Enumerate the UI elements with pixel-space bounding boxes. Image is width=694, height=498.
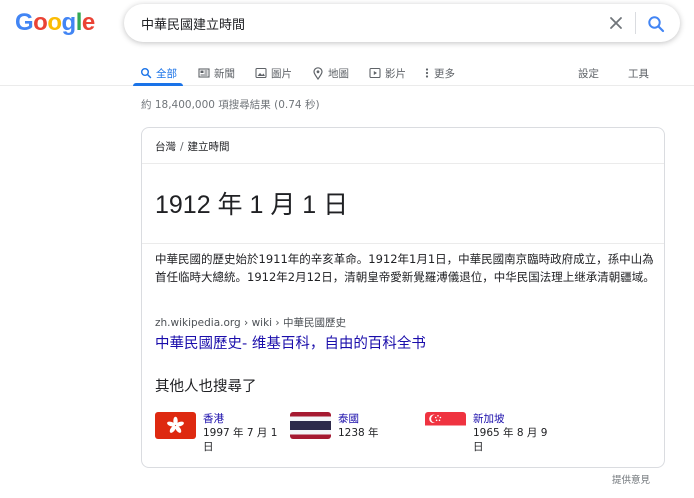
logo-letter: o [47,9,62,36]
logo-letter: g [61,9,77,36]
tab-all[interactable]: 全部 [140,61,177,85]
image-icon [255,67,267,79]
search-icon [141,68,152,79]
entity-name[interactable]: 香港 [203,412,279,426]
active-tab-indicator [133,83,183,86]
hong-kong-flag [155,412,196,439]
thailand-flag [290,412,331,439]
divider [142,163,664,164]
result-title-link[interactable]: 中華民國歷史- 维基百科，自由的百科全书 [155,332,426,353]
settings-label: 設定 [578,67,599,80]
breadcrumb: 台灣 / 建立時間 [155,139,230,154]
search-tabs: 全部 新聞 圖片 地圖 影片 更多 設定 工具 [0,56,694,86]
search-button[interactable] [645,13,667,35]
entity-date: 1238 年 [338,427,379,439]
related-entity-thailand[interactable]: 泰國 1238 年 [290,412,414,440]
logo-letter: e [81,9,95,36]
search-icon [648,16,665,33]
result-stats: 約 18,400,000 項搜尋結果 (0.74 秒) [141,99,320,111]
tab-label: 圖片 [271,67,292,80]
result-url: zh.wikipedia.org › wiki › 中華民國歷史 [155,317,346,329]
entity-date: 1965 年 8 月 9 日 [473,427,548,453]
tab-label: 影片 [385,67,406,80]
logo-letter: o [33,9,48,36]
divider [635,12,636,34]
breadcrumb-parent[interactable]: 台灣 [155,141,176,153]
related-entity-hong-kong[interactable]: 香港 1997 年 7 月 1 日 [155,412,279,454]
search-box[interactable]: 中華民國建立時間 [124,4,680,42]
logo-letter: G [15,9,34,36]
tools-label: 工具 [628,67,649,80]
clear-search-button[interactable] [606,13,626,33]
tab-maps[interactable]: 地圖 [312,61,349,85]
video-icon [369,67,381,79]
entity-name[interactable]: 泰國 [338,412,414,426]
people-also-search-heading: 其他人也搜尋了 [155,379,257,395]
entity-date: 1997 年 7 月 1 日 [203,427,278,453]
tools-link[interactable]: 工具 [628,61,649,85]
answer-card: 台灣 / 建立時間 1912 年 1 月 1 日 中華民國的歷史始於1911年的辛亥… [141,127,665,468]
tab-images[interactable]: 圖片 [255,61,292,85]
singapore-flag [425,412,466,439]
breadcrumb-separator: / [180,141,184,153]
answer-text: 1912 年 1 月 1 日 [155,191,349,219]
tab-label: 更多 [434,67,455,80]
tab-label: 全部 [156,67,177,80]
search-input[interactable]: 中華民國建立時間 [141,14,245,33]
google-logo[interactable]: Google [15,9,95,37]
tab-videos[interactable]: 影片 [369,61,406,85]
tab-news[interactable]: 新聞 [198,61,235,85]
description: 中華民國的歷史始於1911年的辛亥革命。1912年1月1日，中華民國南京臨時政府… [155,252,655,284]
more-icon [425,68,429,78]
close-icon [610,17,622,29]
tab-label: 地圖 [328,67,349,80]
news-icon [198,68,210,78]
entity-name[interactable]: 新加坡 [473,412,549,426]
feedback-link[interactable]: 提供意見 [612,472,650,486]
tab-label: 新聞 [214,67,235,80]
divider [142,243,664,244]
tab-more[interactable]: 更多 [424,61,455,85]
breadcrumb-current: 建立時間 [187,141,230,153]
map-pin-icon [313,66,323,80]
related-entity-singapore[interactable]: 新加坡 1965 年 8 月 9 日 [425,412,549,454]
settings-link[interactable]: 設定 [578,61,599,85]
